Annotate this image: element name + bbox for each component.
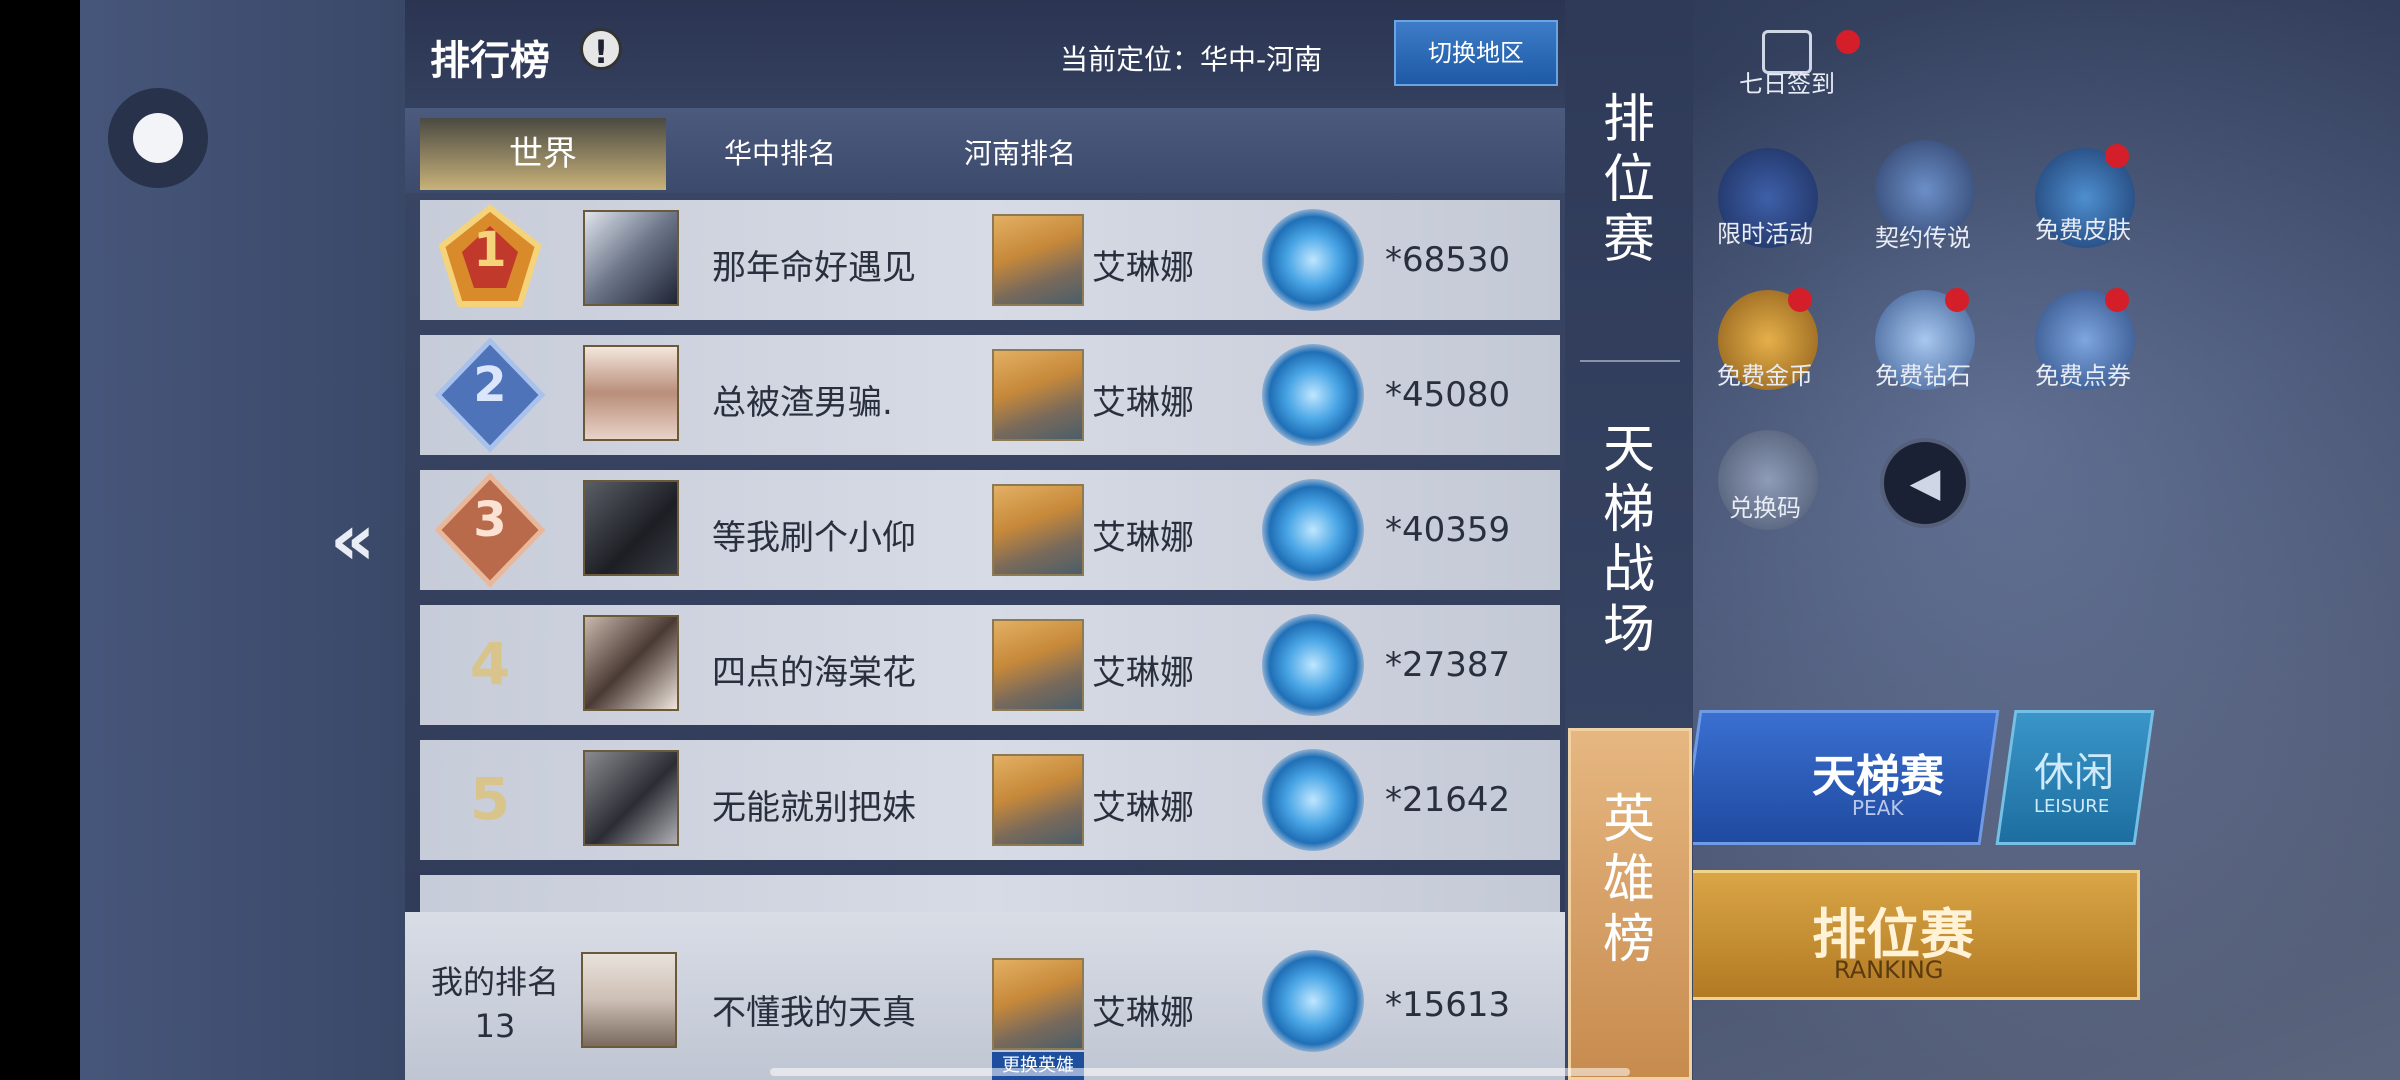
side-tab-ranked[interactable]: 排位赛 — [1565, 90, 1693, 270]
current-location: 当前定位：华中-河南 — [1060, 43, 1323, 76]
player-name: 四点的海棠花 — [712, 653, 916, 693]
rank-gem-icon — [1262, 749, 1364, 851]
notification-dot — [1945, 288, 1969, 312]
leisure-mode-sublabel: LEISURE — [2034, 796, 2110, 817]
player-name: 等我刷个小仰 — [712, 518, 916, 558]
free-voucher-label: 免费点券 — [2035, 362, 2131, 390]
rank-number: 3 — [473, 492, 507, 548]
peak-mode-label: 天梯赛 — [1812, 751, 1944, 802]
free-skin-label: 免费皮肤 — [2035, 216, 2131, 244]
hero-name: 艾琳娜 — [1092, 383, 1194, 423]
sound-icon[interactable]: ◀ — [1880, 438, 1970, 528]
rank-gem-icon — [1262, 614, 1364, 716]
player-score: *45080 — [1385, 375, 1511, 415]
notification-dot — [2105, 288, 2129, 312]
switch-region-button[interactable]: 切换地区 — [1394, 20, 1558, 86]
tab-central-china[interactable]: 华中排名 — [724, 118, 836, 190]
checkin-label: 七日签到 — [1739, 70, 1835, 98]
hero-portrait — [992, 214, 1084, 306]
side-tab-ladder[interactable]: 天梯战场 — [1565, 420, 1693, 660]
player-score: *21642 — [1385, 780, 1511, 820]
player-avatar[interactable] — [583, 615, 679, 711]
player-avatar[interactable] — [583, 480, 679, 576]
my-hero-name: 艾琳娜 — [1092, 993, 1194, 1033]
ranking-mode-sublabel: RANKING — [1834, 956, 1944, 984]
hero-name: 艾琳娜 — [1092, 518, 1194, 558]
info-icon[interactable]: ! — [580, 28, 622, 71]
contract-legend-label: 契约传说 — [1875, 224, 1971, 252]
notification-dot — [1788, 288, 1812, 312]
rank-number: 5 — [469, 765, 511, 833]
rank-gem-icon — [1262, 344, 1364, 446]
notification-dot — [2105, 144, 2129, 168]
side-tab-ladder-label: 天梯战场 — [1602, 420, 1655, 660]
my-hero-portrait[interactable] — [992, 958, 1084, 1050]
rank-gem-icon — [1262, 479, 1364, 581]
table-row[interactable] — [420, 875, 1560, 912]
home-indicator[interactable] — [770, 1068, 1630, 1076]
player-avatar[interactable] — [583, 345, 679, 441]
player-score: *27387 — [1385, 645, 1511, 685]
player-score: *68530 — [1385, 240, 1511, 280]
rank-number: 1 — [473, 222, 507, 278]
rank-gem-icon — [1262, 209, 1364, 311]
peak-mode-sublabel: PEAK — [1852, 796, 1904, 820]
notification-dot — [1836, 30, 1860, 54]
my-rank-number: 13 — [474, 1007, 516, 1045]
leisure-mode-label: 休闲 — [2034, 750, 2114, 796]
rank-number: 4 — [469, 630, 511, 698]
hero-portrait — [992, 349, 1084, 441]
leaderboard-header — [405, 0, 1565, 108]
player-avatar[interactable] — [583, 210, 679, 306]
my-avatar[interactable] — [581, 952, 677, 1048]
player-name: 总被渣男骗. — [712, 383, 893, 423]
rank-number: 2 — [473, 357, 507, 413]
tab-world[interactable]: 世界 — [420, 118, 666, 190]
side-tab-ranked-label: 排位赛 — [1602, 90, 1655, 270]
redeem-code-label: 兑换码 — [1729, 494, 1801, 522]
hero-portrait — [992, 484, 1084, 576]
hero-portrait — [992, 619, 1084, 711]
hero-name: 艾琳娜 — [1092, 653, 1194, 693]
collapse-arrow-icon[interactable]: « — [330, 505, 375, 575]
limited-event-label: 限时活动 — [1717, 220, 1813, 248]
player-score: *40359 — [1385, 510, 1511, 550]
free-diamond-label: 免费钻石 — [1875, 362, 1971, 390]
player-name: 无能就别把妹 — [712, 788, 916, 828]
my-player-name: 不懂我的天真 — [712, 993, 916, 1033]
float-button-dot — [133, 113, 183, 163]
my-rank-label: 我的排名 13 — [420, 960, 570, 1048]
hero-portrait — [992, 754, 1084, 846]
my-rank-title: 我的排名 — [430, 963, 559, 1001]
tab-henan[interactable]: 河南排名 — [964, 118, 1076, 190]
hero-name: 艾琳娜 — [1092, 248, 1194, 288]
hero-name: 艾琳娜 — [1092, 788, 1194, 828]
my-score: *15613 — [1385, 985, 1511, 1025]
free-gold-label: 免费金币 — [1717, 362, 1813, 390]
player-avatar[interactable] — [583, 750, 679, 846]
page-title: 排行榜 — [430, 38, 550, 84]
rank-gem-icon — [1262, 950, 1364, 1052]
player-name: 那年命好遇见 — [712, 248, 916, 288]
side-tab-hero-board-text: 英雄榜 — [1565, 790, 1693, 970]
side-tab-hero-board-label: 英雄榜 — [1602, 790, 1655, 970]
side-tab-divider — [1580, 360, 1680, 362]
screen-edge — [0, 0, 80, 1080]
